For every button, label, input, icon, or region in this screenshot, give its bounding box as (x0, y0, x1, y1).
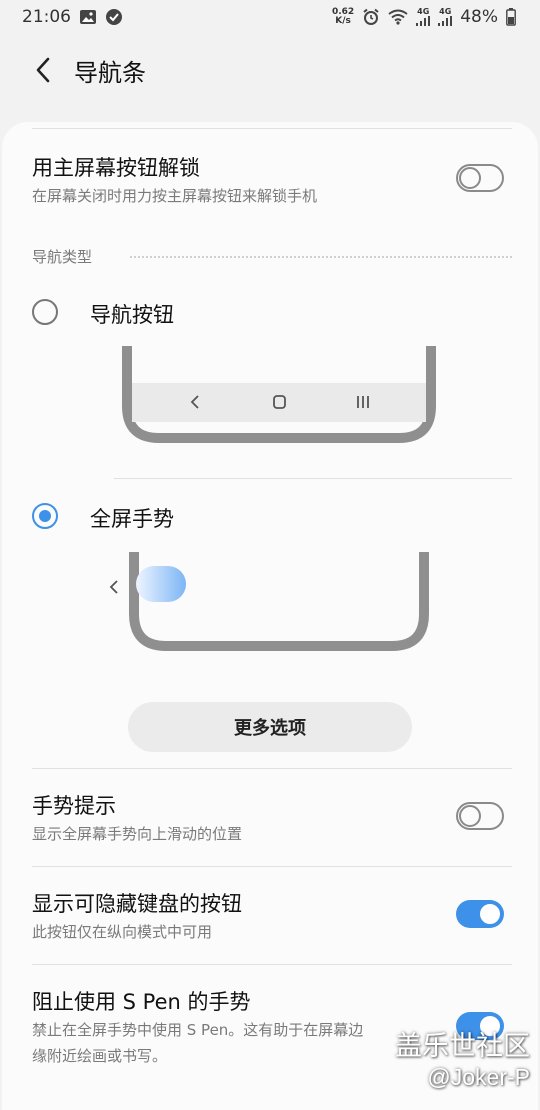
gesture-hint-subtitle: 显示全屏幕手势向上滑动的位置 (32, 825, 243, 843)
gallery-icon (79, 9, 97, 25)
app-header: 导航条 (0, 34, 540, 106)
gesture-hint-toggle[interactable] (456, 802, 504, 830)
signal-icon-2: 4G (438, 7, 453, 26)
unlock-row-title: 用主屏幕按钮解锁 (32, 156, 200, 180)
radio-selected-dot (39, 510, 51, 522)
divider (32, 866, 512, 867)
fullscreen-gestures-radio[interactable] (32, 503, 58, 529)
net-speed-unit: K/s (335, 16, 351, 26)
nav-buttons-radio[interactable] (32, 299, 58, 325)
settings-card: 用主屏幕按钮解锁 在屏幕关闭时用力按主屏幕按钮来解锁手机 导航类型 导航按钮 全… (2, 122, 538, 1110)
fullscreen-gestures-label[interactable]: 全屏手势 (90, 503, 174, 533)
more-options-button[interactable]: 更多选项 (128, 702, 412, 752)
hide-keyboard-title: 显示可隐藏键盘的按钮 (32, 892, 242, 916)
status-bar: 21:06 0.62 K/s 4G 4G 48% (0, 0, 540, 34)
status-left: 21:06 (22, 7, 123, 27)
signal-1-label: 4G (417, 7, 430, 16)
unlock-toggle[interactable] (456, 164, 504, 192)
wifi-icon (388, 9, 408, 25)
watermark-user: @Joker-P (427, 1064, 530, 1090)
toggle-knob (459, 167, 481, 189)
spen-row-subtitle-line2: 缘附近绘画或书写。 (32, 1047, 168, 1065)
signal-2-label: 4G (439, 7, 452, 16)
divider (32, 768, 512, 769)
divider (32, 964, 512, 965)
hide-keyboard-subtitle: 此按钮仅在纵向模式中可用 (32, 923, 213, 941)
status-right: 0.62 K/s 4G 4G 48% (332, 7, 516, 27)
spen-row-title: 阻止使用 S Pen 的手势 (32, 990, 251, 1014)
nav-buttons-preview (122, 346, 436, 443)
spen-row-subtitle-line1: 禁止在全屏手势中使用 S Pen。这有助于在屏幕边 (32, 1021, 364, 1039)
toggle-knob (459, 805, 481, 827)
signal-icon-1: 4G (416, 7, 431, 26)
nav-type-section-label: 导航类型 (32, 248, 93, 266)
gesture-pill (136, 566, 186, 602)
back-button[interactable] (28, 55, 58, 85)
watermark-community: 盖乐世社区 (395, 1031, 530, 1061)
unlock-row-subtitle: 在屏幕关闭时用力按主屏幕按钮来解锁手机 (32, 187, 318, 205)
section-divider (130, 256, 512, 258)
net-speed: 0.62 K/s (332, 8, 354, 26)
nav-buttons-label[interactable]: 导航按钮 (90, 299, 174, 329)
gesture-preview (109, 552, 429, 651)
shield-check-icon (105, 8, 123, 26)
gesture-back-chevron (109, 580, 118, 594)
divider (114, 478, 512, 479)
status-time: 21:06 (22, 7, 71, 27)
page-title: 导航条 (74, 58, 146, 87)
back-arrow-icon (36, 57, 50, 83)
gesture-hint-title: 手势提示 (32, 794, 116, 818)
alarm-icon (362, 8, 380, 26)
battery-percent: 48% (460, 7, 498, 27)
divider (32, 128, 512, 129)
toggle-knob (478, 902, 502, 926)
battery-icon (506, 8, 516, 26)
hide-keyboard-toggle[interactable] (456, 900, 504, 928)
